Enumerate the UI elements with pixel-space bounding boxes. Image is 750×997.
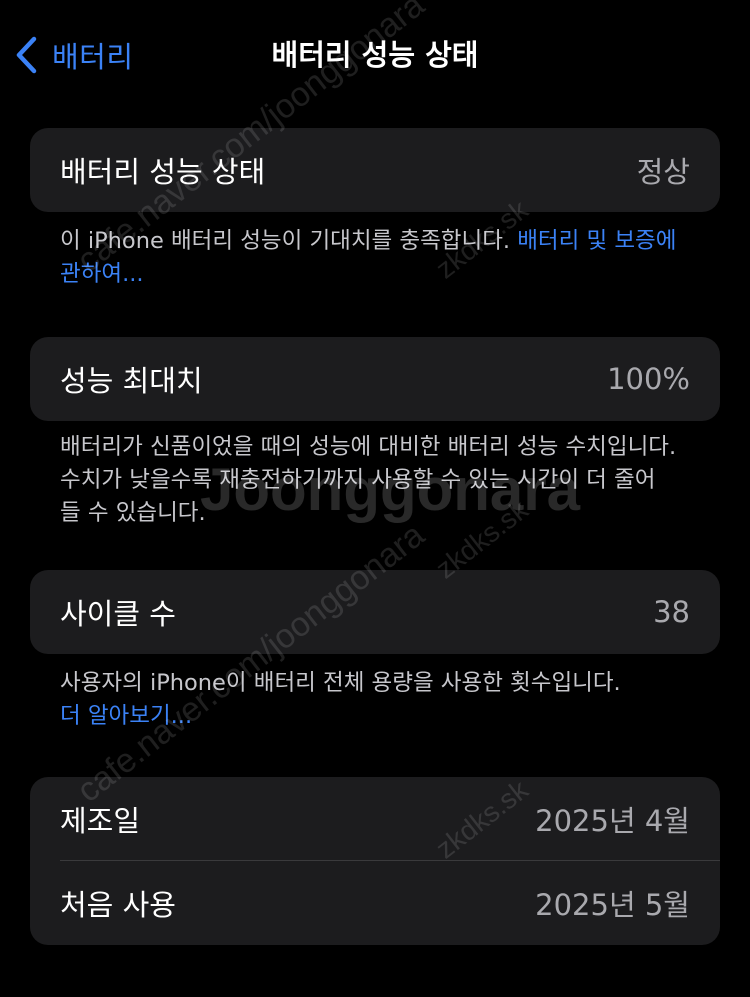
dates-card: 제조일 2025년 4월 처음 사용 2025년 5월	[30, 777, 720, 945]
battery-health-value: 정상	[636, 155, 690, 189]
manufacture-date-label: 제조일	[60, 804, 141, 838]
first-use-row: 처음 사용 2025년 5월	[30, 861, 720, 945]
battery-health-label: 배터리 성능 상태	[60, 155, 266, 189]
manufacture-date-row: 제조일 2025년 4월	[30, 777, 720, 861]
cycle-count-value: 38	[653, 595, 690, 629]
manufacture-date-value: 2025년 4월	[535, 804, 690, 838]
cycle-count-row: 사이클 수 38	[30, 570, 720, 654]
max-capacity-label: 성능 최대치	[60, 364, 203, 398]
max-capacity-footnote: 배터리가 신품이었을 때의 성능에 대비한 배터리 성능 수치입니다. 수치가 …	[60, 431, 700, 530]
battery-health-note: 이 iPhone 배터리 성능이 기대치를 충족합니다.	[60, 228, 518, 254]
cafe-url-watermark: cafe.naver.com/joonggonara	[70, 515, 432, 810]
first-use-value: 2025년 5월	[535, 888, 690, 922]
max-capacity-value: 100%	[607, 362, 690, 396]
learn-more-link[interactable]: 더 알아보기...	[60, 700, 700, 733]
cycle-count-note: 사용자의 iPhone이 배터리 전체 용량을 사용한 횟수입니다.	[60, 670, 621, 696]
battery-health-row: 배터리 성능 상태 정상	[30, 128, 720, 212]
cycle-count-card: 사이클 수 38	[30, 570, 720, 654]
first-use-label: 처음 사용	[60, 888, 176, 922]
max-capacity-row: 성능 최대치 100%	[30, 337, 720, 421]
max-capacity-note-line: 들 수 있습니다.	[60, 500, 206, 526]
battery-health-card: 배터리 성능 상태 정상	[30, 128, 720, 212]
max-capacity-note-line: 배터리가 신품이었을 때의 성능에 대비한 배터리 성능 수치입니다.	[60, 434, 677, 460]
cycle-count-label: 사이클 수	[60, 597, 176, 631]
max-capacity-card: 성능 최대치 100%	[30, 337, 720, 421]
max-capacity-note-line: 수치가 낮을수록 재충전하기까지 사용할 수 있는 시간이 더 줄어	[60, 467, 656, 493]
battery-health-footnote: 이 iPhone 배터리 성능이 기대치를 충족합니다. 배터리 및 보증에 관…	[60, 225, 700, 291]
navigation-bar: 배터리 배터리 성능 상태	[0, 0, 750, 108]
cycle-count-footnote: 사용자의 iPhone이 배터리 전체 용량을 사용한 횟수입니다. 더 알아보…	[60, 667, 700, 733]
page-title: 배터리 성능 상태	[271, 38, 479, 72]
